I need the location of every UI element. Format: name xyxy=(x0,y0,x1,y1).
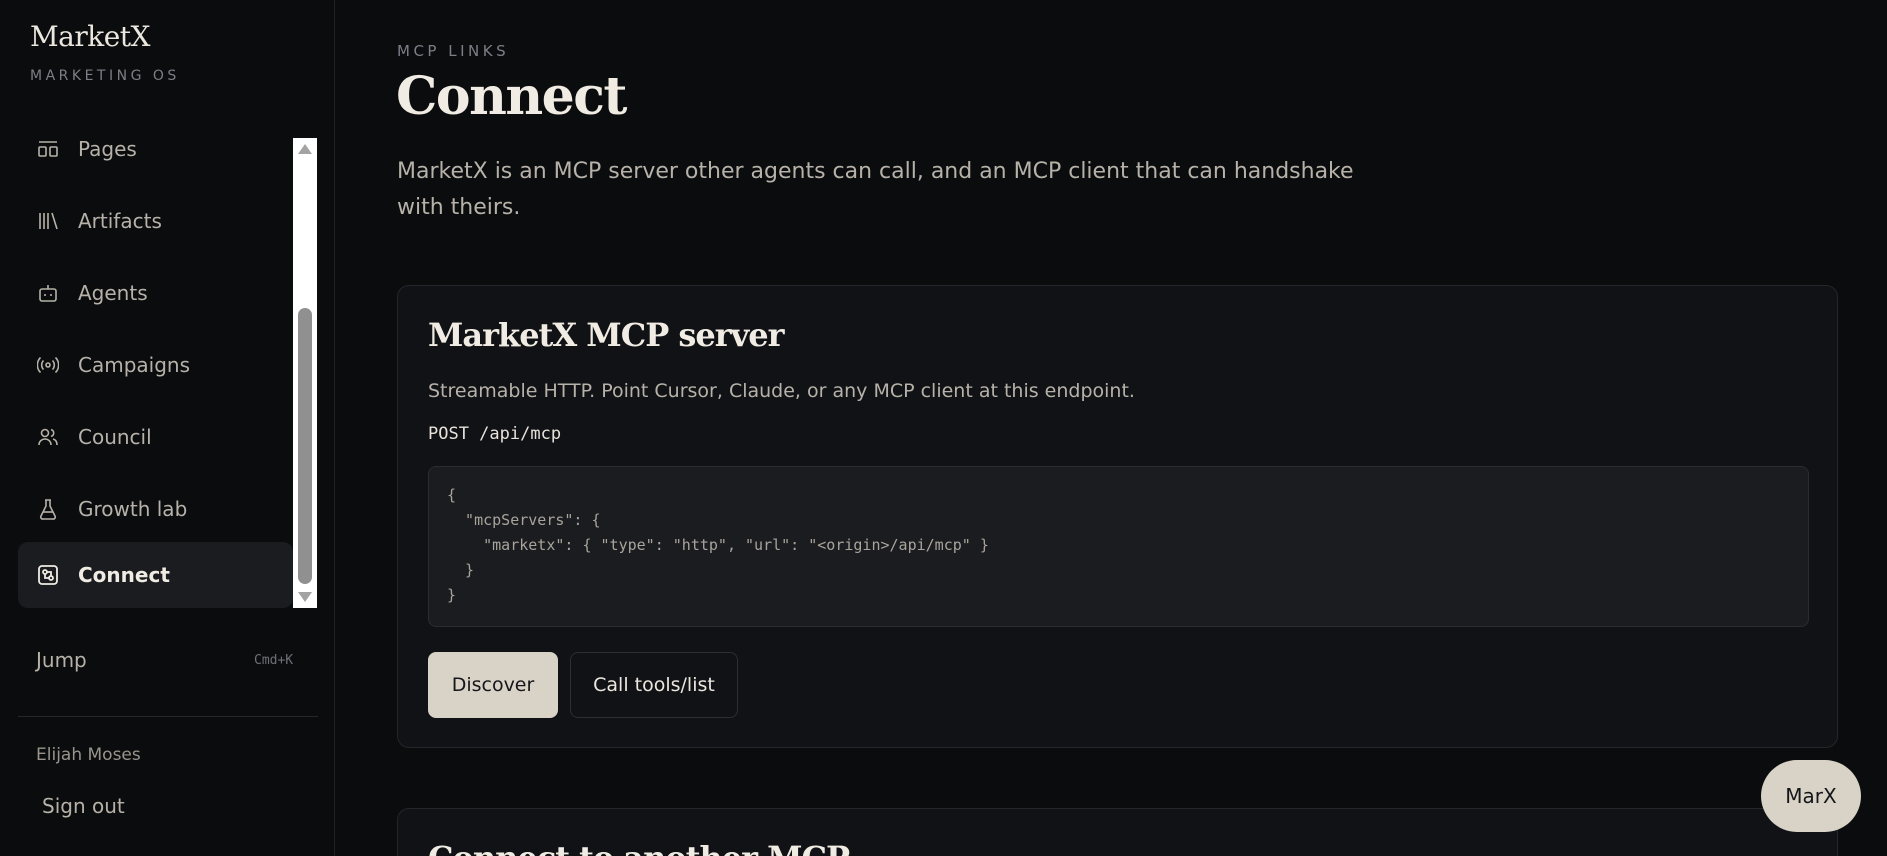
sidebar-item-artifacts[interactable]: Artifacts xyxy=(18,188,293,254)
sidebar-item-label: Campaigns xyxy=(78,353,191,377)
sidebar-nav: Pages Artifacts Agents Campaigns Council… xyxy=(18,136,318,610)
page-title: Connect xyxy=(396,66,627,127)
sidebar-item-agents[interactable]: Agents xyxy=(18,260,293,326)
sidebar: MarketX MARKETING OS Pages Artifacts Age… xyxy=(0,0,335,856)
flask-icon xyxy=(36,497,60,521)
sidebar-item-label: Pages xyxy=(78,137,137,161)
app-window: MarketX MARKETING OS Pages Artifacts Age… xyxy=(0,0,1887,856)
page-eyebrow: MCP LINKS xyxy=(397,42,510,60)
library-icon xyxy=(36,209,60,233)
main-content: MCP LINKS Connect MarketX is an MCP serv… xyxy=(336,0,1887,856)
brand-subtitle: MARKETING OS xyxy=(30,68,180,84)
assistant-button[interactable]: MarX xyxy=(1761,760,1861,832)
scroll-down-arrow-icon[interactable] xyxy=(298,592,312,602)
jump-button[interactable]: Jump xyxy=(36,648,87,672)
users-icon xyxy=(36,425,60,449)
sidebar-item-campaigns[interactable]: Campaigns xyxy=(18,332,293,398)
sidebar-item-label: Council xyxy=(78,425,152,449)
card-description: Streamable HTTP. Point Cursor, Claude, o… xyxy=(428,380,1135,402)
endpoint-text: POST /api/mcp xyxy=(428,424,562,444)
page-description: MarketX is an MCP server other agents ca… xyxy=(397,159,1354,220)
sidebar-scrollbar[interactable] xyxy=(293,138,317,608)
connect-icon xyxy=(36,563,60,587)
card-title: MarketX MCP server xyxy=(428,316,784,354)
sidebar-item-connect[interactable]: Connect xyxy=(18,542,293,608)
broadcast-icon xyxy=(36,353,60,377)
sidebar-divider xyxy=(18,716,318,717)
user-name: Elijah Moses xyxy=(36,745,141,765)
sidebar-item-council[interactable]: Council xyxy=(18,404,293,470)
card-title: Connect to another MCP xyxy=(428,839,850,856)
sign-out-button[interactable]: Sign out xyxy=(42,794,125,818)
layout-icon xyxy=(36,137,60,161)
sidebar-item-growth-lab[interactable]: Growth lab xyxy=(18,476,293,542)
brand-name: MarketX xyxy=(30,20,150,53)
scrollbar-thumb[interactable] xyxy=(298,308,312,584)
discover-button[interactable]: Discover xyxy=(428,652,558,718)
config-code-block: { "mcpServers": { "marketx": { "type": "… xyxy=(428,466,1809,627)
sidebar-item-label: Agents xyxy=(78,281,148,305)
connect-client-card: Connect to another MCP xyxy=(397,808,1838,856)
scroll-up-arrow-icon[interactable] xyxy=(298,144,312,154)
sidebar-item-label: Growth lab xyxy=(78,497,188,521)
sidebar-item-pages[interactable]: Pages xyxy=(18,136,293,182)
call-tools-list-button[interactable]: Call tools/list xyxy=(570,652,738,718)
jump-shortcut: Cmd+K xyxy=(254,653,294,668)
sidebar-item-label: Artifacts xyxy=(78,209,162,233)
mcp-server-card: MarketX MCP server Streamable HTTP. Poin… xyxy=(397,285,1838,748)
sidebar-item-label: Connect xyxy=(78,563,170,587)
bot-icon xyxy=(36,281,60,305)
